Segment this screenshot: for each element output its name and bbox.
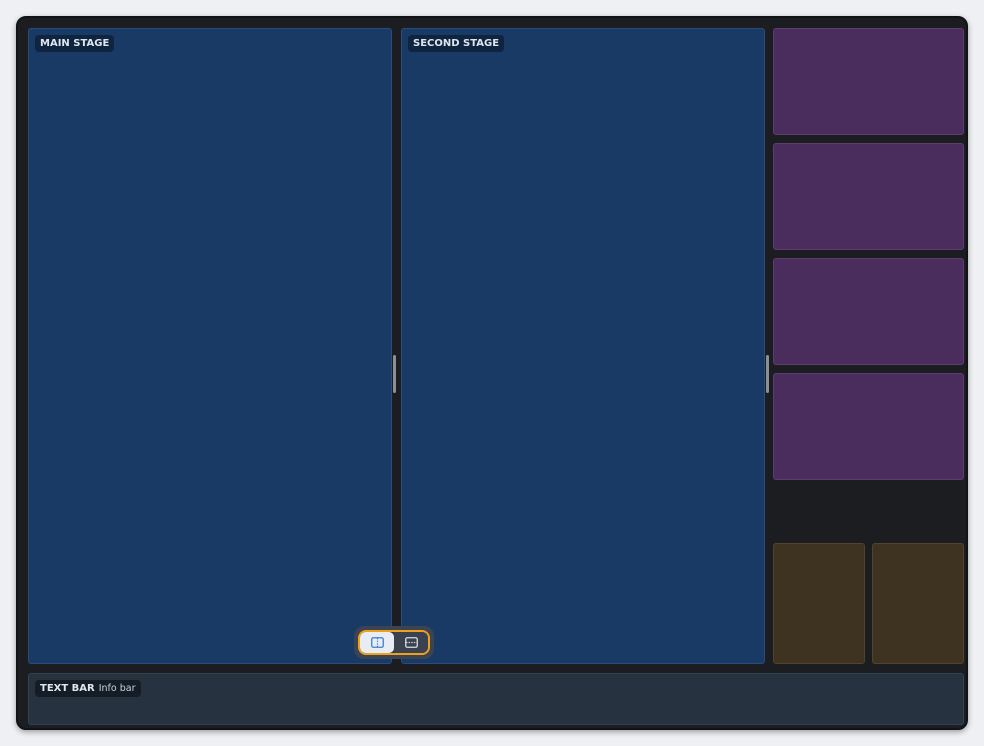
resize-handle-second-side[interactable] <box>766 355 769 393</box>
small-tile-2[interactable] <box>872 543 964 664</box>
layout-toggle-group <box>358 630 430 655</box>
main-stage-label: MAIN STAGE <box>35 35 115 52</box>
text-bar-sublabel: Info bar <box>98 683 136 694</box>
second-stage-label: SECOND STAGE <box>408 35 505 52</box>
resize-handle-main-second[interactable] <box>393 355 396 393</box>
main-stage[interactable]: MAIN STAGE <box>28 28 392 664</box>
layout-canvas: MAIN STAGE SECOND STAGE TEXT BAR Info bar <box>16 16 968 730</box>
split-horizontal-button[interactable] <box>394 632 428 653</box>
text-bar[interactable]: TEXT BAR Info bar <box>28 673 964 725</box>
second-stage[interactable]: SECOND STAGE <box>401 28 765 664</box>
split-vertical-icon <box>370 637 384 648</box>
second-stage-label-text: SECOND STAGE <box>413 38 500 49</box>
side-tile-3[interactable] <box>773 258 964 365</box>
side-tile-4[interactable] <box>773 373 964 480</box>
text-bar-label-text: TEXT BAR <box>40 683 95 694</box>
text-bar-label: TEXT BAR Info bar <box>35 680 141 697</box>
layout-toggle <box>354 626 434 659</box>
main-stage-label-text: MAIN STAGE <box>40 38 110 49</box>
split-horizontal-icon <box>404 637 418 648</box>
side-tile-1[interactable] <box>773 28 964 135</box>
side-tile-2[interactable] <box>773 143 964 250</box>
split-vertical-button[interactable] <box>360 632 394 653</box>
small-tile-1[interactable] <box>773 543 865 664</box>
